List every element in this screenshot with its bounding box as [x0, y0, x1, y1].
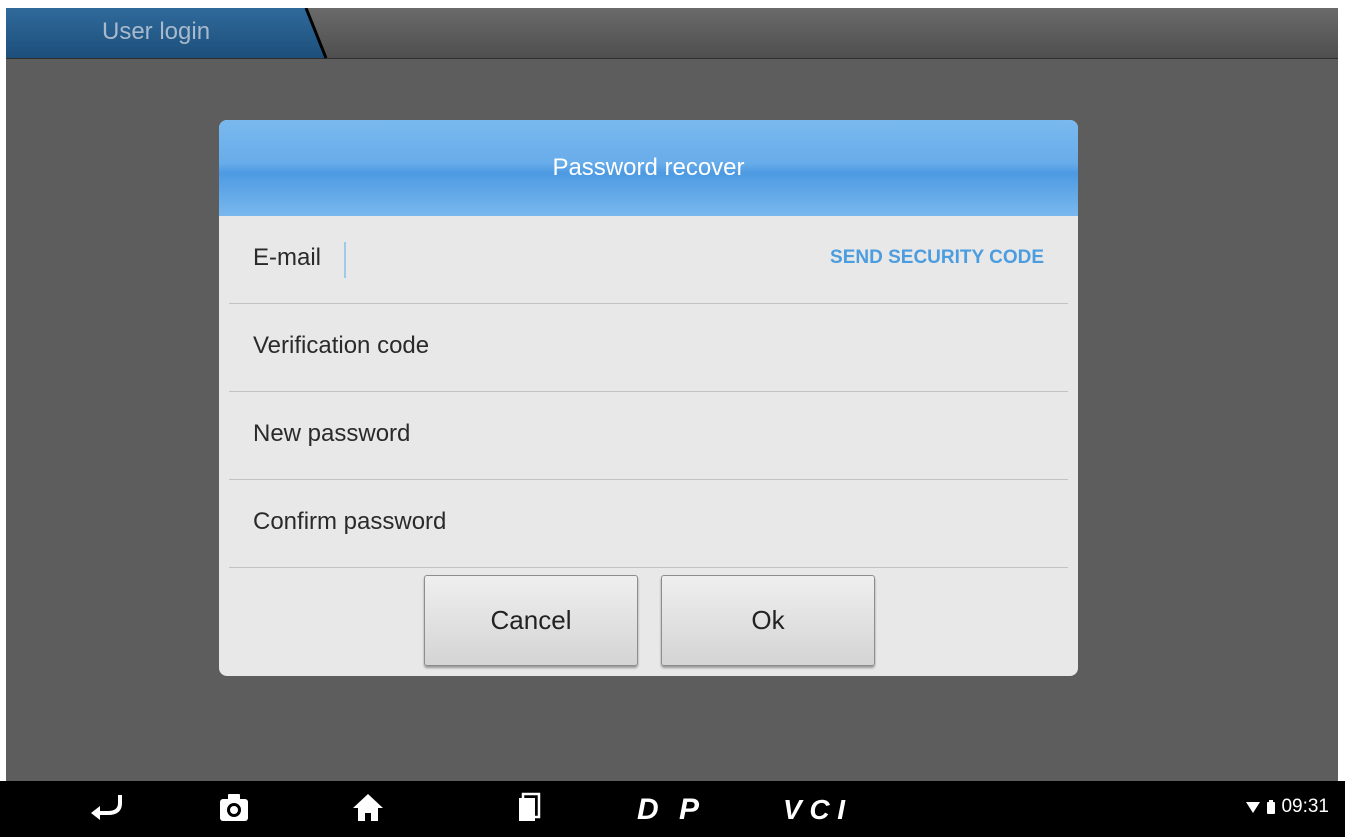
- dp-icon[interactable]: DP: [637, 793, 705, 830]
- text-caret: [344, 242, 346, 278]
- email-label: E-mail: [253, 244, 322, 271]
- recent-apps-icon[interactable]: [514, 789, 544, 830]
- new-password-label: New password: [253, 420, 411, 447]
- email-field[interactable]: E-mail SEND SECURITY CODE: [229, 216, 1068, 304]
- clock: 09:31: [1281, 796, 1329, 817]
- vci-icon[interactable]: VCI: [783, 793, 853, 830]
- title-bar: User login: [6, 8, 1338, 59]
- dialog-header: Password recover: [219, 120, 1078, 216]
- password-recover-dialog: Password recover E-mail SEND SECURITY CO…: [219, 120, 1078, 676]
- wifi-icon: [1246, 802, 1261, 813]
- verification-code-field[interactable]: Verification code: [229, 304, 1068, 392]
- ok-button[interactable]: Ok: [661, 575, 875, 666]
- vci-label: VCI: [783, 794, 846, 825]
- tab-label: User login: [102, 18, 211, 45]
- new-password-field[interactable]: New password: [229, 392, 1068, 480]
- camera-icon[interactable]: [217, 789, 251, 830]
- tab-user-login[interactable]: User login: [6, 8, 328, 59]
- status-area: 09:31: [1245, 796, 1329, 818]
- confirm-password-field[interactable]: Confirm password: [229, 480, 1068, 568]
- send-security-code-button[interactable]: SEND SECURITY CODE: [830, 247, 1044, 269]
- dialog-title: Password recover: [552, 154, 745, 181]
- battery-icon: [1267, 800, 1276, 814]
- cancel-button[interactable]: Cancel: [424, 575, 638, 666]
- dp-label: DP: [637, 793, 700, 825]
- system-nav-bar: DP VCI 09:31: [0, 781, 1345, 837]
- app-screen: User login Password recover E-mail SEND …: [6, 8, 1338, 837]
- confirm-password-label: Confirm password: [253, 508, 447, 535]
- verification-code-label: Verification code: [253, 332, 430, 359]
- home-icon[interactable]: [351, 789, 385, 830]
- back-icon[interactable]: [88, 789, 124, 830]
